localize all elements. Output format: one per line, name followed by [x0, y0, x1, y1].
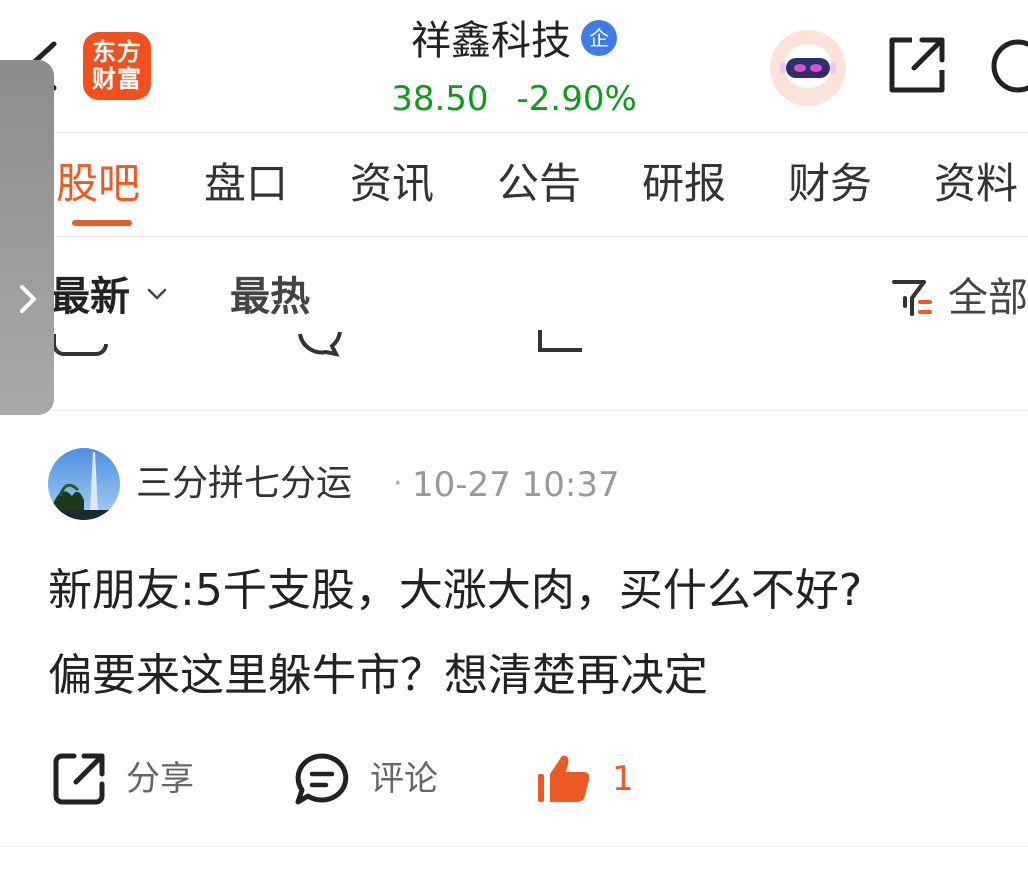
logo-line-1: 东方 [92, 38, 142, 66]
tab-announcements[interactable]: 公告 [497, 156, 581, 212]
side-drawer-handle[interactable] [0, 60, 54, 415]
post-divider-bottom [0, 846, 1028, 847]
sort-hot[interactable]: 最热 [230, 270, 310, 324]
like-count[interactable]: 1 [612, 756, 634, 802]
search-icon[interactable] [988, 36, 1028, 96]
post-line-2: 偏要来这里躲牛市？想清楚再决定 [48, 650, 708, 701]
top-bar: 东方 财富 祥鑫科技企 38.50 -2.90% [0, 0, 1028, 132]
tab-research[interactable]: 研报 [642, 156, 726, 212]
post-line-1: 新朋友:5千支股，大涨大肉，买什么不好? [48, 565, 863, 616]
tab-pankou[interactable]: 盘口 [204, 156, 288, 212]
comment-icon[interactable] [294, 752, 350, 806]
price-change: -2.90% [516, 79, 637, 119]
tab-news[interactable]: 资讯 [350, 156, 434, 212]
stock-price: 38.50 [391, 79, 489, 119]
thumbs-up-icon[interactable] [536, 330, 586, 366]
thumbs-up-icon[interactable] [536, 752, 592, 804]
post-time: 10-27 10:37 [412, 465, 620, 505]
robot-assistant-icon[interactable] [770, 30, 846, 106]
post-content[interactable]: 新朋友:5千支股，大涨大肉，买什么不好? 偏要来这里躲牛市？想清楚再决定 [48, 548, 1008, 718]
logo-line-2: 财富 [92, 65, 142, 93]
previous-post-actions [0, 330, 1028, 366]
filter-label[interactable]: 全部 [948, 272, 1028, 324]
app-logo: 东方 财富 [83, 32, 151, 100]
author-name[interactable]: 三分拼七分运 [136, 460, 352, 508]
tab-profile[interactable]: 资料 [934, 156, 1018, 212]
post-divider [0, 410, 1028, 411]
share-icon[interactable] [52, 330, 126, 366]
stock-title[interactable]: 祥鑫科技企 [300, 14, 728, 68]
stock-name: 祥鑫科技 [411, 18, 571, 64]
chevron-down-icon[interactable] [146, 286, 168, 302]
tab-finance[interactable]: 财务 [788, 156, 872, 212]
sort-latest[interactable]: 最新 [50, 270, 130, 324]
share-label[interactable]: 分享 [126, 756, 194, 802]
filter-icon[interactable] [890, 276, 934, 320]
share-icon[interactable] [886, 34, 948, 96]
active-tab-indicator [72, 220, 132, 226]
tab-bar: 股吧 盘口 资讯 公告 研报 财务 资料 [0, 134, 1028, 236]
comment-label[interactable]: 评论 [370, 756, 438, 802]
price-line: 38.50 -2.90% [300, 76, 728, 122]
share-icon[interactable] [52, 752, 106, 806]
avatar[interactable] [48, 448, 120, 520]
chevron-right-icon [20, 285, 36, 313]
header-divider [0, 132, 1028, 133]
meta-separator: · [393, 466, 403, 501]
enterprise-badge: 企 [581, 20, 617, 56]
tabs-divider [0, 236, 1028, 237]
comment-icon[interactable] [296, 330, 346, 366]
tab-guba[interactable]: 股吧 [56, 156, 140, 212]
